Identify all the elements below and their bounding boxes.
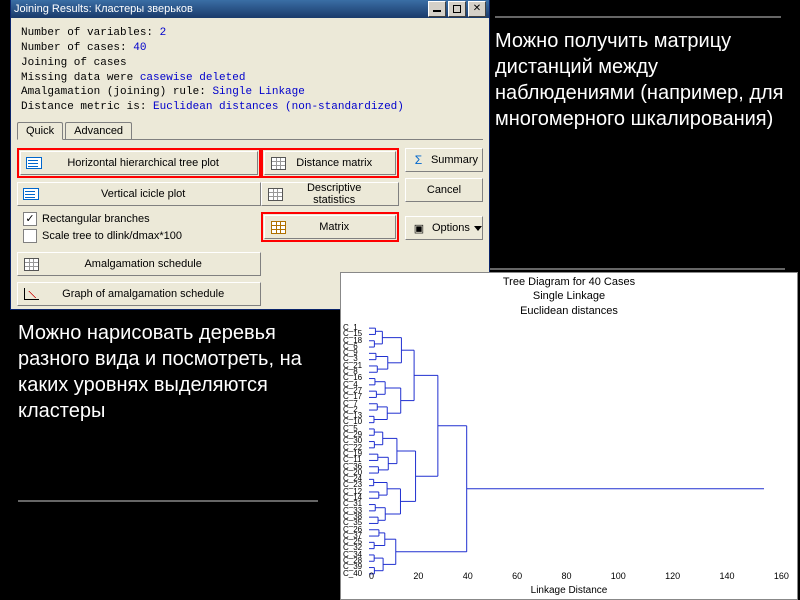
grid-color-icon	[269, 219, 287, 235]
sheet-icon	[22, 186, 40, 202]
summary-icon: Σ	[410, 152, 427, 168]
statistica-window: Joining Results: Кластеры зверьков ✕ Num…	[10, 0, 490, 310]
horizontal-tree-plot-button[interactable]: Horizontal hierarchical tree plot	[20, 151, 258, 175]
titlebar[interactable]: Joining Results: Кластеры зверьков ✕	[11, 0, 489, 18]
highlight-distance-matrix: Distance matrix	[261, 148, 399, 178]
descriptive-statistics-button[interactable]: Descriptive statistics	[261, 182, 399, 206]
grid-icon	[22, 256, 40, 272]
chart-yaxis-labels: C_1C_15C_18C_6C_9C_3C_21C_8C_16C_4C_27C_…	[343, 325, 362, 577]
highlight-matrix: Matrix	[261, 212, 399, 242]
close-button[interactable]: ✕	[468, 1, 486, 17]
rectangular-branches-checkbox[interactable]: ✓Rectangular branches	[23, 212, 261, 226]
vertical-icicle-plot-button[interactable]: Vertical icicle plot	[17, 182, 261, 206]
minimize-icon	[433, 10, 441, 13]
distance-matrix-button[interactable]: Distance matrix	[264, 151, 396, 175]
window-title: Joining Results: Кластеры зверьков	[14, 3, 426, 15]
tab-quick[interactable]: Quick	[17, 122, 63, 140]
chart-xlabel: Linkage Distance	[341, 585, 797, 596]
highlight-htreeplot: Horizontal hierarchical tree plot	[17, 148, 261, 178]
chart-titles: Tree Diagram for 40 Cases Single Linkage…	[341, 273, 797, 318]
maximize-button[interactable]	[448, 1, 466, 17]
tabstrip: Quick Advanced	[17, 121, 483, 140]
matrix-button[interactable]: Matrix	[264, 215, 396, 239]
callout-trees: Можно нарисовать деревья разного вида и …	[18, 320, 328, 424]
dendrogram-plot	[369, 325, 789, 577]
cancel-button[interactable]: Cancel	[405, 178, 483, 202]
rule-bottom	[18, 500, 318, 502]
results-info: Number of variables: 2 Number of cases: …	[11, 18, 489, 119]
tab-advanced[interactable]: Advanced	[65, 122, 132, 139]
grid-icon	[266, 186, 284, 202]
slide-root: Можно получить матрицу дистанций между н…	[0, 0, 800, 600]
amalgamation-schedule-button[interactable]: Amalgamation schedule	[17, 252, 261, 276]
callout-distance-matrix: Можно получить матрицу дистанций между н…	[495, 28, 785, 132]
summary-button[interactable]: Σ Summary	[405, 148, 483, 172]
options-button[interactable]: ▣ Options	[405, 216, 483, 240]
graph-amalgamation-button[interactable]: Graph of amalgamation schedule	[17, 282, 261, 306]
maximize-icon	[453, 5, 461, 13]
chevron-down-icon	[474, 226, 482, 231]
grid-icon	[269, 155, 287, 171]
chart-xaxis-ticks: 020406080100120140160	[369, 571, 789, 581]
rule-top	[495, 16, 781, 18]
minimize-button[interactable]	[428, 1, 446, 17]
scale-tree-checkbox[interactable]: Scale tree to dlink/dmax*100	[23, 229, 261, 243]
graph-icon	[22, 286, 40, 302]
sheet-icon	[25, 155, 43, 171]
options-icon: ▣	[410, 220, 428, 236]
tree-diagram-window: Tree Diagram for 40 Cases Single Linkage…	[340, 272, 798, 600]
